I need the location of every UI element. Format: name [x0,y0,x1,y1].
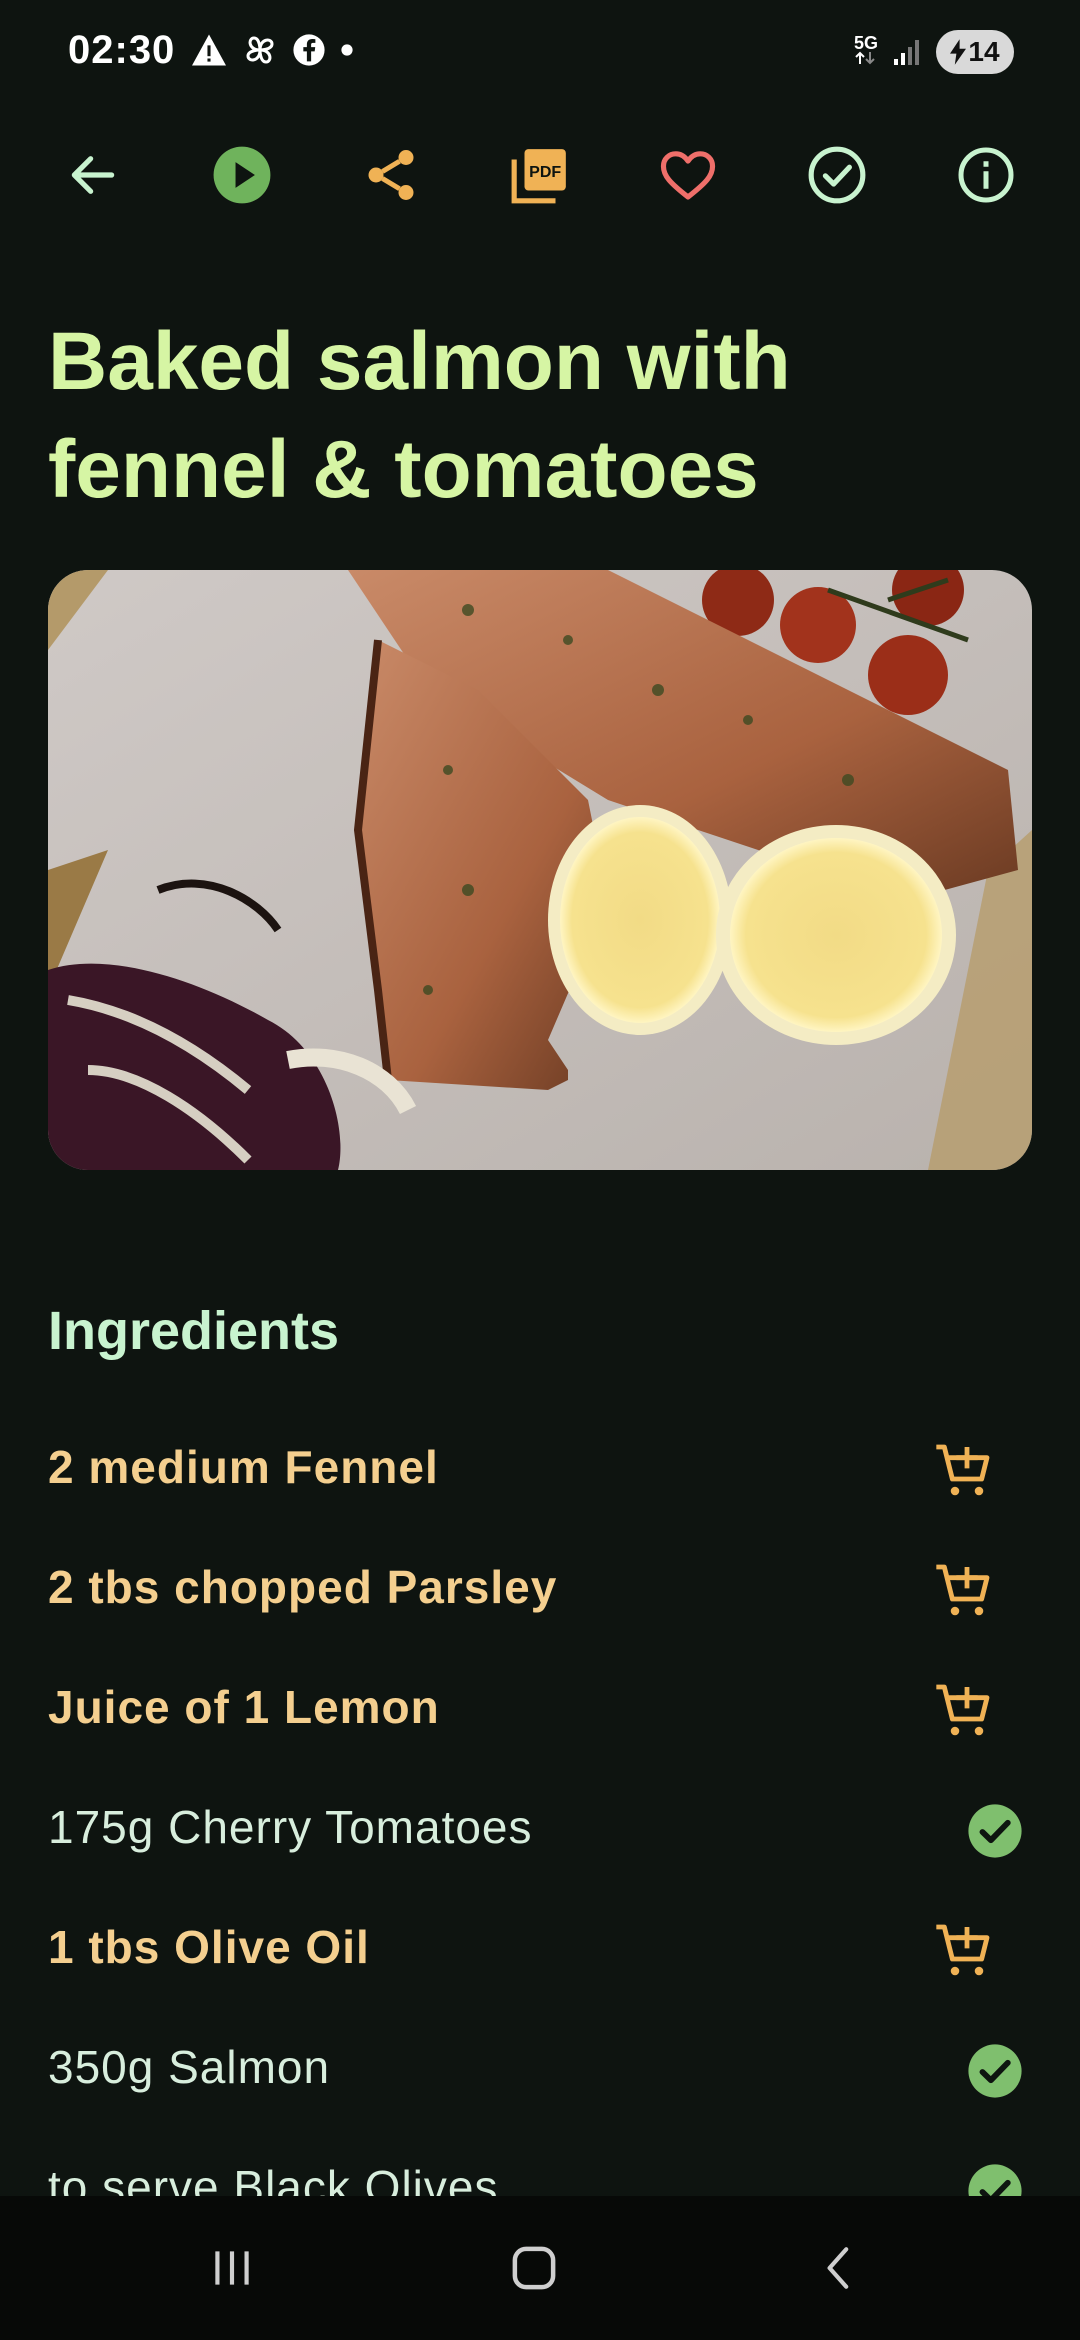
system-icons: 5G 14 [854,30,1014,74]
ingredient-label: Juice of 1 Lemon [48,1681,440,1733]
facebook-icon [293,34,325,66]
add-to-cart-button[interactable] [928,1556,998,1626]
ingredient-row-lemon[interactable]: Juice of 1 Lemon [0,1652,1080,1772]
ingredient-row-olive-oil[interactable]: 1 tbs Olive Oil [0,1892,1080,2012]
recipe-title: Baked salmon with fennel & tomatoes [48,316,791,515]
favorite-button[interactable] [643,130,733,220]
pdf-icon: PDF [511,149,566,204]
ingredient-label: 1 tbs Olive Oil [48,1921,370,1973]
home-icon [512,2246,556,2290]
play-circle-icon [213,146,271,204]
cart-plus-icon [936,1684,990,1736]
info-icon [958,147,1014,203]
recent-apps-icon [215,2251,249,2285]
ingredient-row-fennel[interactable]: 2 medium Fennel [0,1412,1080,1532]
signal-icon [894,40,919,65]
battery-level: 14 [968,36,1000,67]
cart-plus-icon [936,1924,990,1976]
home-button[interactable] [484,2218,584,2318]
recipe-photo[interactable] [48,570,1032,1170]
recent-apps-button[interactable] [182,2218,282,2318]
network-indicator: 5G [853,32,878,70]
status-bar: 02:30 5G 14 [0,0,1080,110]
salmon-dish-image [48,570,1032,1170]
network-label: 5G [853,32,878,53]
pdf-button[interactable]: PDF [495,130,585,220]
heart-outline-icon [660,151,716,200]
notification-icons [190,32,354,68]
share-button[interactable] [346,130,436,220]
ingredient-label: 175g Cherry Tomatoes [48,1801,533,1853]
add-to-cart-button[interactable] [928,1916,998,1986]
back-nav-button[interactable] [790,2218,890,2318]
play-button[interactable] [197,130,287,220]
add-to-cart-button[interactable] [928,1676,998,1746]
ingredient-label: 350g Salmon [48,2041,331,2093]
ingredient-row-salmon[interactable]: 350g Salmon [0,2012,1080,2132]
ingredient-row-tomatoes[interactable]: 175g Cherry Tomatoes [0,1772,1080,1892]
ingredient-label: 2 tbs chopped Parsley [48,1561,558,1613]
charging-bolt-icon [950,39,967,65]
share-icon [368,150,414,200]
back-button[interactable] [48,130,138,220]
ingredient-row-parsley[interactable]: 2 tbs chopped Parsley [0,1532,1080,1652]
pdf-label: PDF [529,164,561,181]
navigation-bar [0,2196,1080,2340]
chevron-left-icon [827,2247,849,2289]
ingredient-label: 2 medium Fennel [48,1441,439,1493]
mark-done-button[interactable] [792,130,882,220]
warning-icon [192,34,226,66]
data-arrows-icon [855,51,875,64]
recipe-toolbar: PDF [0,130,1080,220]
check-circle-outline-icon [808,146,866,204]
battery-indicator: 14 [936,30,1014,74]
status-time: 02:30 [68,28,176,72]
cart-plus-icon [936,1564,990,1616]
recipe-screen: 02:30 5G 14 PDF Baked salmon with fennel… [0,0,1080,2340]
arrow-left-icon [71,156,115,194]
ingredients-list: 2 medium Fennel 2 tbs chopped Parsley Ju… [0,1412,1080,2252]
in-stock-button[interactable] [960,2036,1030,2106]
pinwheel-icon [246,36,274,64]
add-to-cart-button[interactable] [928,1436,998,1506]
check-circle-icon [968,1804,1022,1858]
info-button[interactable] [941,130,1031,220]
check-circle-icon [968,2044,1022,2098]
cart-plus-icon [936,1444,990,1496]
ingredients-heading: Ingredients [48,1301,340,1361]
in-stock-button[interactable] [960,1796,1030,1866]
dot-icon [341,44,353,56]
